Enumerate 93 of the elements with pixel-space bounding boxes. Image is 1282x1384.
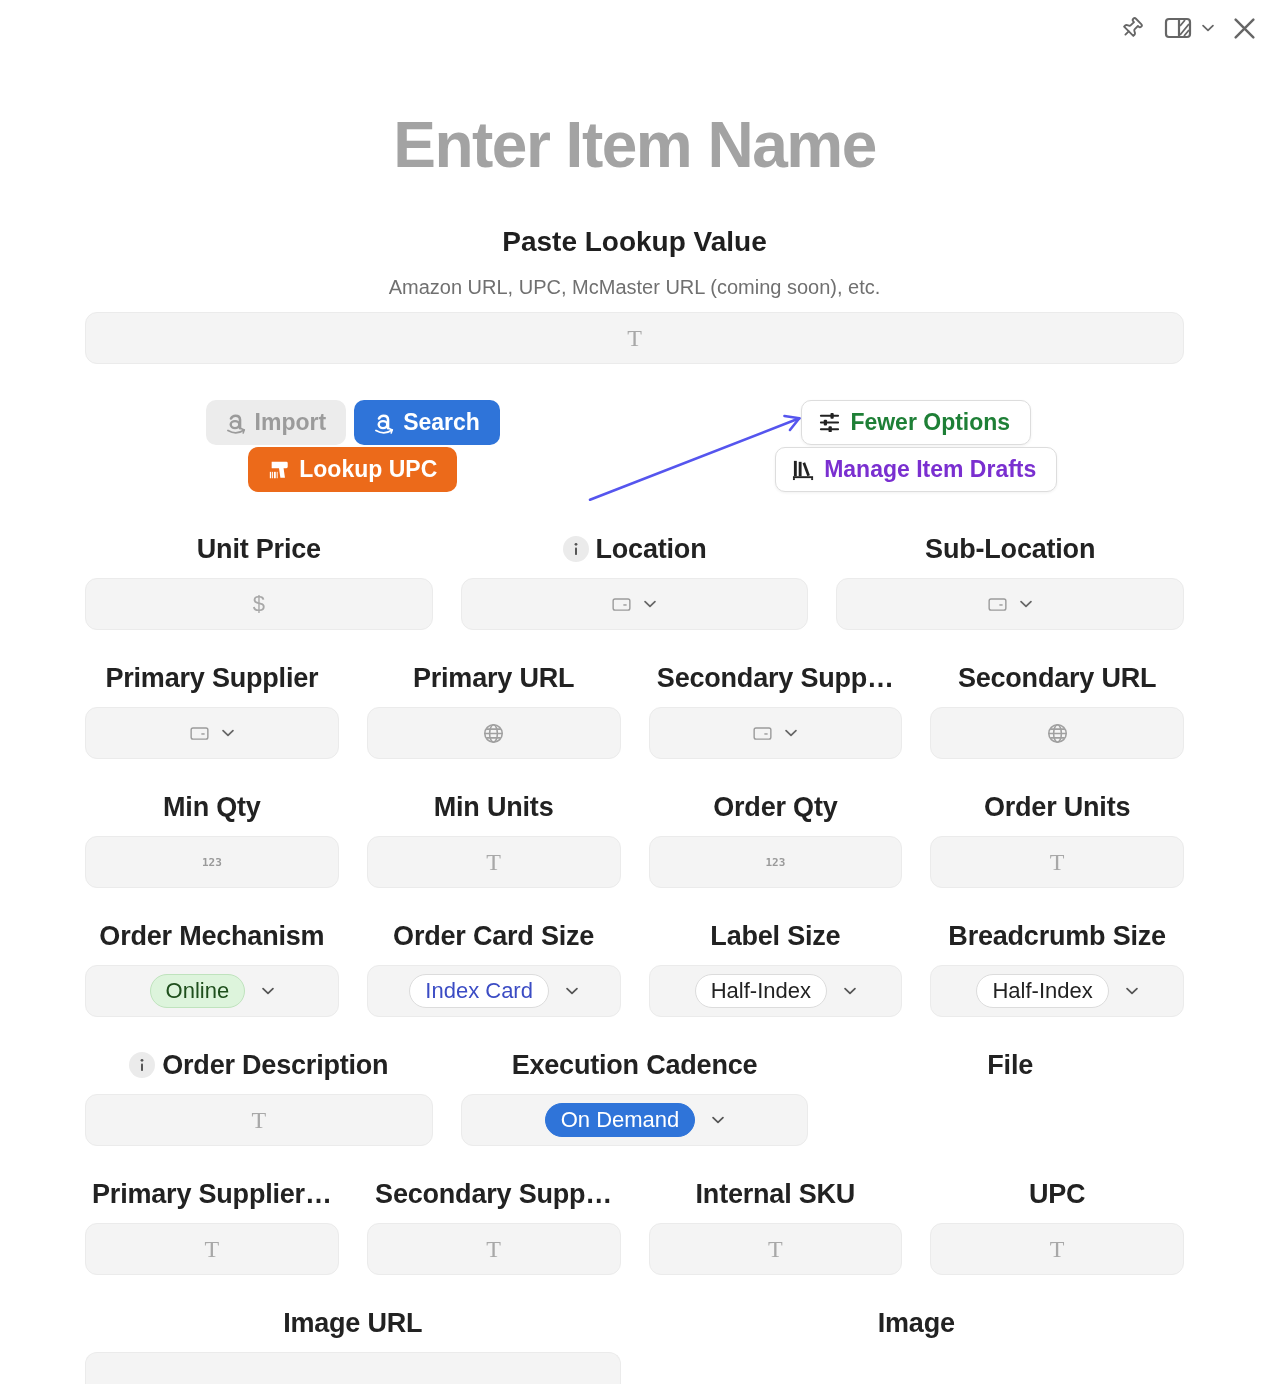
field-label: File	[987, 1049, 1033, 1081]
logo-icon	[374, 411, 395, 434]
field-label: Primary Supplier…	[92, 1178, 332, 1210]
type-glyph: $	[252, 593, 265, 615]
card-icon	[753, 726, 773, 740]
url-field[interactable]	[930, 707, 1184, 759]
option-chip: Online	[149, 974, 246, 1008]
dropdown-field[interactable]	[460, 578, 809, 630]
dropdown-field[interactable]: Online	[85, 965, 339, 1017]
field-label: Primary URL	[412, 662, 575, 694]
type-glyph: T	[1049, 850, 1065, 874]
field-label: Breadcrumb Size	[948, 920, 1166, 952]
dropdown-field[interactable]: Half-Index	[930, 965, 1184, 1017]
price-field[interactable]: $	[85, 578, 433, 630]
number-field[interactable]: 123	[85, 836, 339, 888]
field-label: Secondary Supp…	[375, 1178, 613, 1210]
field-label: Secondary Supp…	[656, 662, 894, 694]
action-button[interactable]: Lookup UPC	[248, 447, 458, 492]
side-panel-icon[interactable]	[1164, 16, 1192, 40]
type-glyph: T	[768, 1237, 783, 1261]
chevron-down-icon	[712, 1116, 725, 1124]
chevron-down-icon	[221, 729, 234, 737]
type-glyph: 123	[201, 856, 222, 868]
field-label: Min Units	[433, 791, 554, 823]
chevron-down-icon	[844, 987, 856, 995]
books-icon	[792, 458, 816, 481]
field-label: Unit Price	[196, 533, 321, 565]
dropdown-field[interactable]	[85, 707, 339, 759]
field-label: Internal SKU	[695, 1178, 856, 1210]
type-glyph: T	[627, 326, 642, 350]
globe-icon	[1047, 723, 1067, 743]
chevron-down-icon	[565, 987, 578, 995]
action-button[interactable]: Fewer Options	[801, 400, 1032, 445]
field-label: Order Qty	[713, 791, 838, 823]
action-button[interactable]: Search	[354, 400, 500, 445]
text-field[interactable]: T	[648, 1223, 903, 1275]
field-label: Primary Supplier	[105, 662, 319, 694]
chevron-down-icon[interactable]	[1202, 24, 1214, 32]
field-label: Secondary URL	[957, 662, 1157, 694]
dropdown-field[interactable]	[836, 578, 1184, 630]
sliders-icon	[818, 411, 842, 434]
field-label: Image	[877, 1307, 955, 1339]
dropdown-field[interactable]: On Demand	[460, 1094, 809, 1146]
field-label: Image URL	[283, 1307, 423, 1339]
field-label: Location	[595, 533, 707, 565]
field-label: Order Mechanism	[99, 920, 325, 952]
field-label: Order Units	[983, 791, 1131, 823]
text-field[interactable]: T	[85, 312, 1184, 364]
section-title: Paste Lookup Value	[501, 225, 768, 259]
number-field[interactable]: 123	[648, 836, 903, 888]
card-icon	[988, 597, 1008, 611]
type-glyph: 123	[765, 856, 786, 868]
dropdown-field[interactable]: Index Card	[366, 965, 621, 1017]
text-field[interactable]: T	[366, 836, 621, 888]
chevron-down-icon	[262, 987, 275, 995]
action-button[interactable]: Manage Item Drafts	[775, 447, 1058, 492]
card-icon	[612, 597, 632, 611]
dropdown-field[interactable]: Half-Index	[648, 965, 903, 1017]
field-label: Sub-Location	[925, 533, 1096, 565]
option-chip: Index Card	[409, 974, 549, 1008]
field-label: Min Qty	[163, 791, 261, 823]
chevron-down-icon	[1020, 600, 1033, 608]
url-field[interactable]	[366, 707, 621, 759]
text-field[interactable]: T	[366, 1223, 621, 1275]
option-chip: On Demand	[544, 1103, 696, 1137]
field-label: Order Card Size	[393, 920, 595, 952]
text-field[interactable]: T	[85, 1223, 339, 1275]
type-glyph: T	[486, 850, 501, 874]
dropdown-field[interactable]	[648, 707, 903, 759]
chevron-down-icon	[1125, 987, 1138, 995]
info-icon[interactable]	[562, 536, 589, 562]
text-field[interactable]: T	[930, 836, 1184, 888]
field-label: Label Size	[710, 920, 841, 952]
info-icon[interactable]	[129, 1052, 156, 1078]
card-icon	[189, 726, 209, 740]
chevron-down-icon	[644, 600, 657, 608]
type-glyph: T	[251, 1108, 267, 1132]
item-name-field[interactable]: Enter Item Name	[85, 107, 1184, 183]
hint-text: Amazon URL, UPC, McMaster URL (coming soon), etc.	[387, 275, 882, 299]
type-glyph: T	[204, 1237, 220, 1261]
logo-icon	[225, 411, 246, 434]
type-glyph: T	[486, 1237, 501, 1261]
globe-icon	[484, 723, 504, 743]
text-field[interactable]: T	[930, 1223, 1184, 1275]
field-label: Execution Cadence	[511, 1049, 758, 1081]
field-label: UPC	[1028, 1178, 1086, 1210]
text-field[interactable]: T	[85, 1094, 433, 1146]
field-label: Order Description	[162, 1049, 389, 1081]
option-chip: Half-Index	[694, 974, 827, 1008]
option-chip: Half-Index	[976, 974, 1109, 1008]
type-glyph: T	[1049, 1237, 1065, 1261]
chevron-down-icon	[785, 729, 798, 737]
close-icon[interactable]	[1234, 17, 1255, 39]
